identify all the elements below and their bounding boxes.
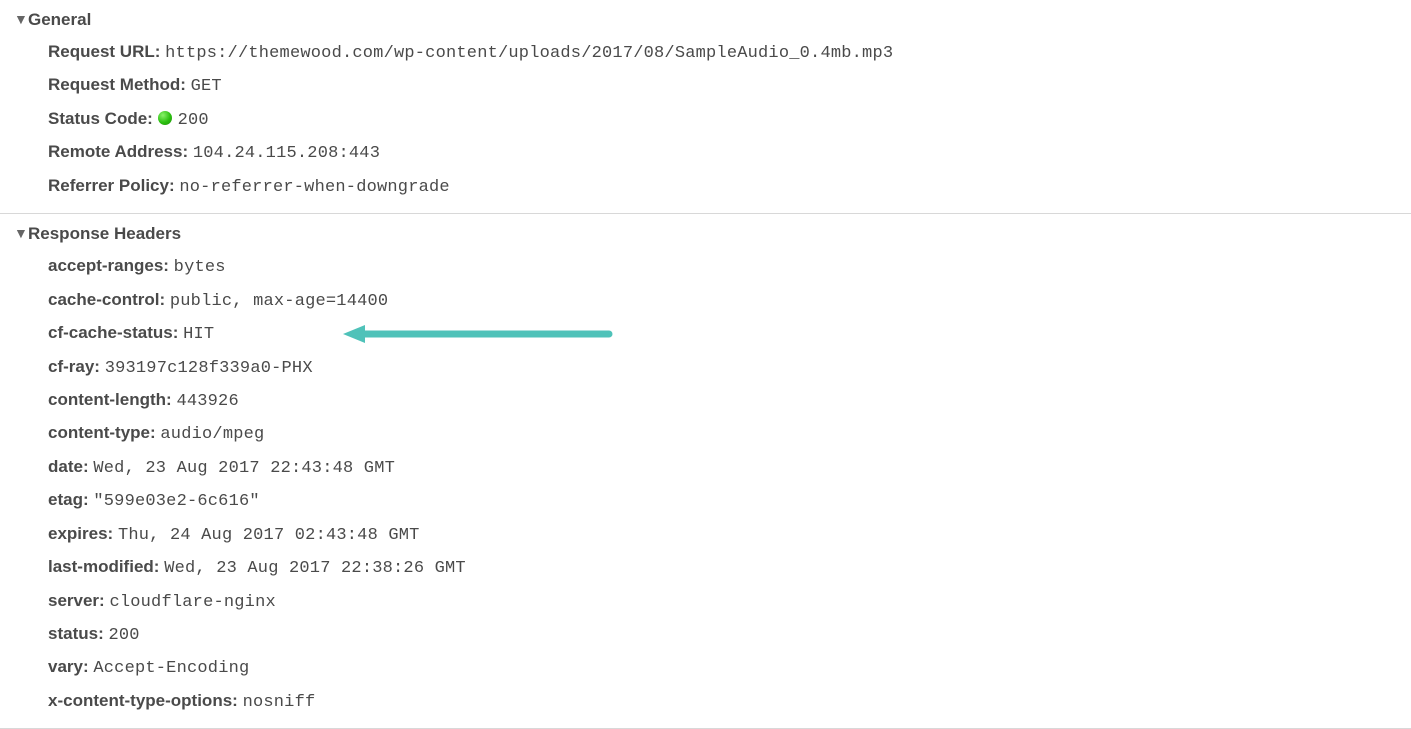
header-row: date: Wed, 23 Aug 2017 22:43:48 GMT: [48, 451, 1411, 484]
row-label: Remote Address:: [48, 142, 188, 161]
general-section-header[interactable]: ▼ General: [0, 8, 1411, 36]
row-label: Status Code:: [48, 109, 153, 128]
row-value: 443926: [176, 392, 238, 411]
row-value: 393197c128f339a0-PHX: [105, 359, 313, 378]
header-row: expires: Thu, 24 Aug 2017 02:43:48 GMT: [48, 518, 1411, 551]
header-row: vary: Accept-Encoding: [48, 651, 1411, 684]
row-value: audio/mpeg: [160, 425, 264, 444]
row-label: Request URL:: [48, 42, 160, 61]
row-value: Wed, 23 Aug 2017 22:43:48 GMT: [93, 459, 395, 478]
header-row: Remote Address: 104.24.115.208:443: [48, 136, 1411, 169]
header-row: server: cloudflare-nginx: [48, 585, 1411, 618]
row-value: Wed, 23 Aug 2017 22:38:26 GMT: [164, 559, 466, 578]
row-label: date:: [48, 457, 89, 476]
row-value: HIT: [183, 325, 214, 344]
general-rows: Request URL: https://themewood.com/wp-co…: [0, 36, 1411, 203]
header-row: Status Code: 200: [48, 103, 1411, 136]
header-row: cache-control: public, max-age=14400: [48, 284, 1411, 317]
response-headers-section: ▼ Response Headers accept-ranges: bytesc…: [0, 214, 1411, 729]
row-value: no-referrer-when-downgrade: [179, 178, 449, 197]
row-value: GET: [191, 77, 222, 96]
row-value: Accept-Encoding: [93, 659, 249, 678]
row-value: Thu, 24 Aug 2017 02:43:48 GMT: [118, 526, 420, 545]
row-label: last-modified:: [48, 557, 159, 576]
response-headers-section-header[interactable]: ▼ Response Headers: [0, 222, 1411, 250]
row-label: x-content-type-options:: [48, 691, 238, 710]
row-label: server:: [48, 591, 105, 610]
response-headers-title: Response Headers: [28, 224, 181, 244]
row-label: content-type:: [48, 423, 156, 442]
caret-down-icon: ▼: [14, 11, 28, 27]
header-row: cf-cache-status: HIT: [48, 317, 1411, 350]
row-label: etag:: [48, 490, 89, 509]
header-row: last-modified: Wed, 23 Aug 2017 22:38:26…: [48, 551, 1411, 584]
row-label: Request Method:: [48, 75, 186, 94]
header-row: content-type: audio/mpeg: [48, 417, 1411, 450]
row-value: 200: [108, 626, 139, 645]
general-title: General: [28, 10, 91, 30]
header-row: content-length: 443926: [48, 384, 1411, 417]
header-row: Request Method: GET: [48, 69, 1411, 102]
header-row: Referrer Policy: no-referrer-when-downgr…: [48, 170, 1411, 203]
header-row: status: 200: [48, 618, 1411, 651]
general-section: ▼ General Request URL: https://themewood…: [0, 0, 1411, 214]
row-value: public, max-age=14400: [170, 292, 388, 311]
row-label: status:: [48, 624, 104, 643]
response-headers-rows: accept-ranges: bytescache-control: publi…: [0, 250, 1411, 718]
row-value: bytes: [174, 258, 226, 277]
header-row: accept-ranges: bytes: [48, 250, 1411, 283]
row-value: "599e03e2-6c616": [93, 492, 259, 511]
row-label: cf-cache-status:: [48, 323, 178, 342]
header-row: x-content-type-options: nosniff: [48, 685, 1411, 718]
caret-down-icon: ▼: [14, 225, 28, 241]
row-label: vary:: [48, 657, 89, 676]
row-label: accept-ranges:: [48, 256, 169, 275]
row-value: nosniff: [243, 693, 316, 712]
header-row: Request URL: https://themewood.com/wp-co…: [48, 36, 1411, 69]
status-dot-icon: [158, 111, 172, 125]
row-label: expires:: [48, 524, 113, 543]
header-row: etag: "599e03e2-6c616": [48, 484, 1411, 517]
row-value: https://themewood.com/wp-content/uploads…: [165, 44, 893, 63]
row-label: Referrer Policy:: [48, 176, 175, 195]
row-value: 104.24.115.208:443: [193, 144, 380, 163]
row-value: cloudflare-nginx: [109, 593, 275, 612]
row-label: content-length:: [48, 390, 172, 409]
row-value: 200: [178, 111, 209, 130]
header-row: cf-ray: 393197c128f339a0-PHX: [48, 351, 1411, 384]
row-label: cf-ray:: [48, 357, 100, 376]
row-label: cache-control:: [48, 290, 165, 309]
arrow-left-icon: [343, 322, 613, 346]
